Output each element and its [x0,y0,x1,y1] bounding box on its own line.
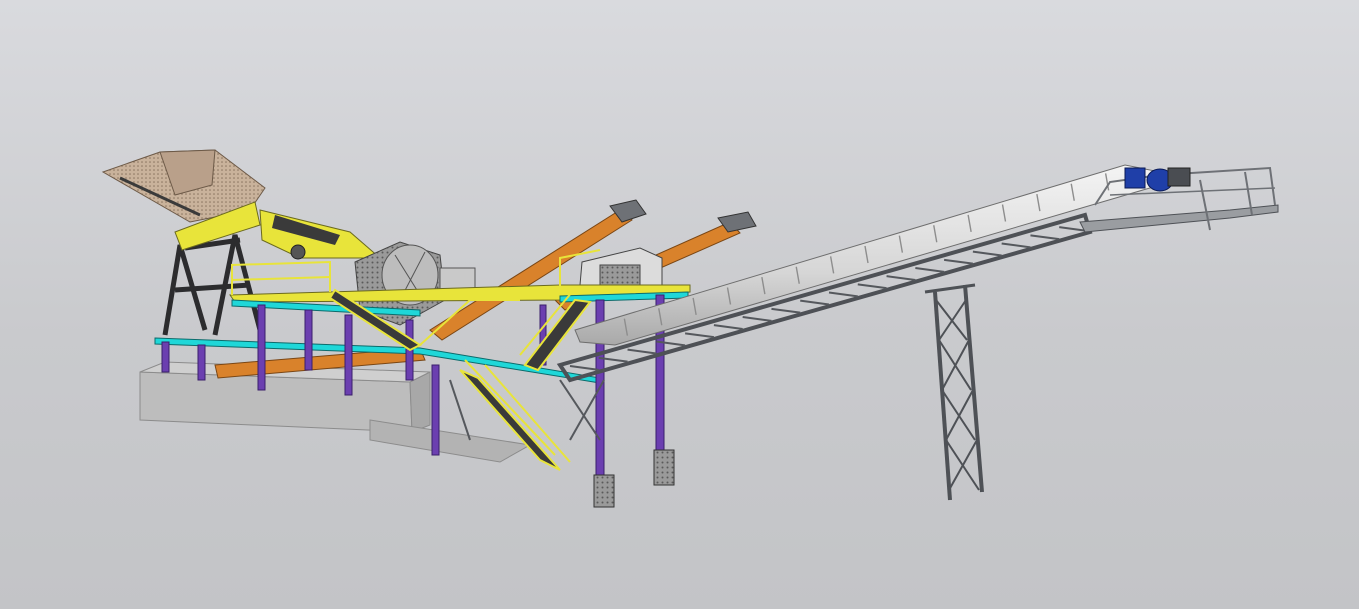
truss-member [685,333,714,337]
column-footings [594,450,674,507]
truss-member [1002,244,1031,248]
truss-member [570,366,599,370]
truss-member [973,252,1002,256]
truss-member [743,317,772,321]
hopper-support-frame [165,235,260,335]
conveyor-trestle [925,285,982,500]
grey-bracing [450,380,604,440]
truss-member [829,293,858,297]
truss-member [1030,235,1059,239]
truss-member [800,301,829,305]
cad-viewport[interactable] [0,0,1359,609]
truss-member [628,350,657,354]
truss-member [887,276,916,280]
truss-member [771,309,800,313]
truss-member [714,325,743,329]
drive-unit [1125,168,1190,191]
truss-member [915,268,944,272]
plant-model [0,0,1359,609]
truss-member [944,260,973,264]
truss-member [858,284,887,288]
